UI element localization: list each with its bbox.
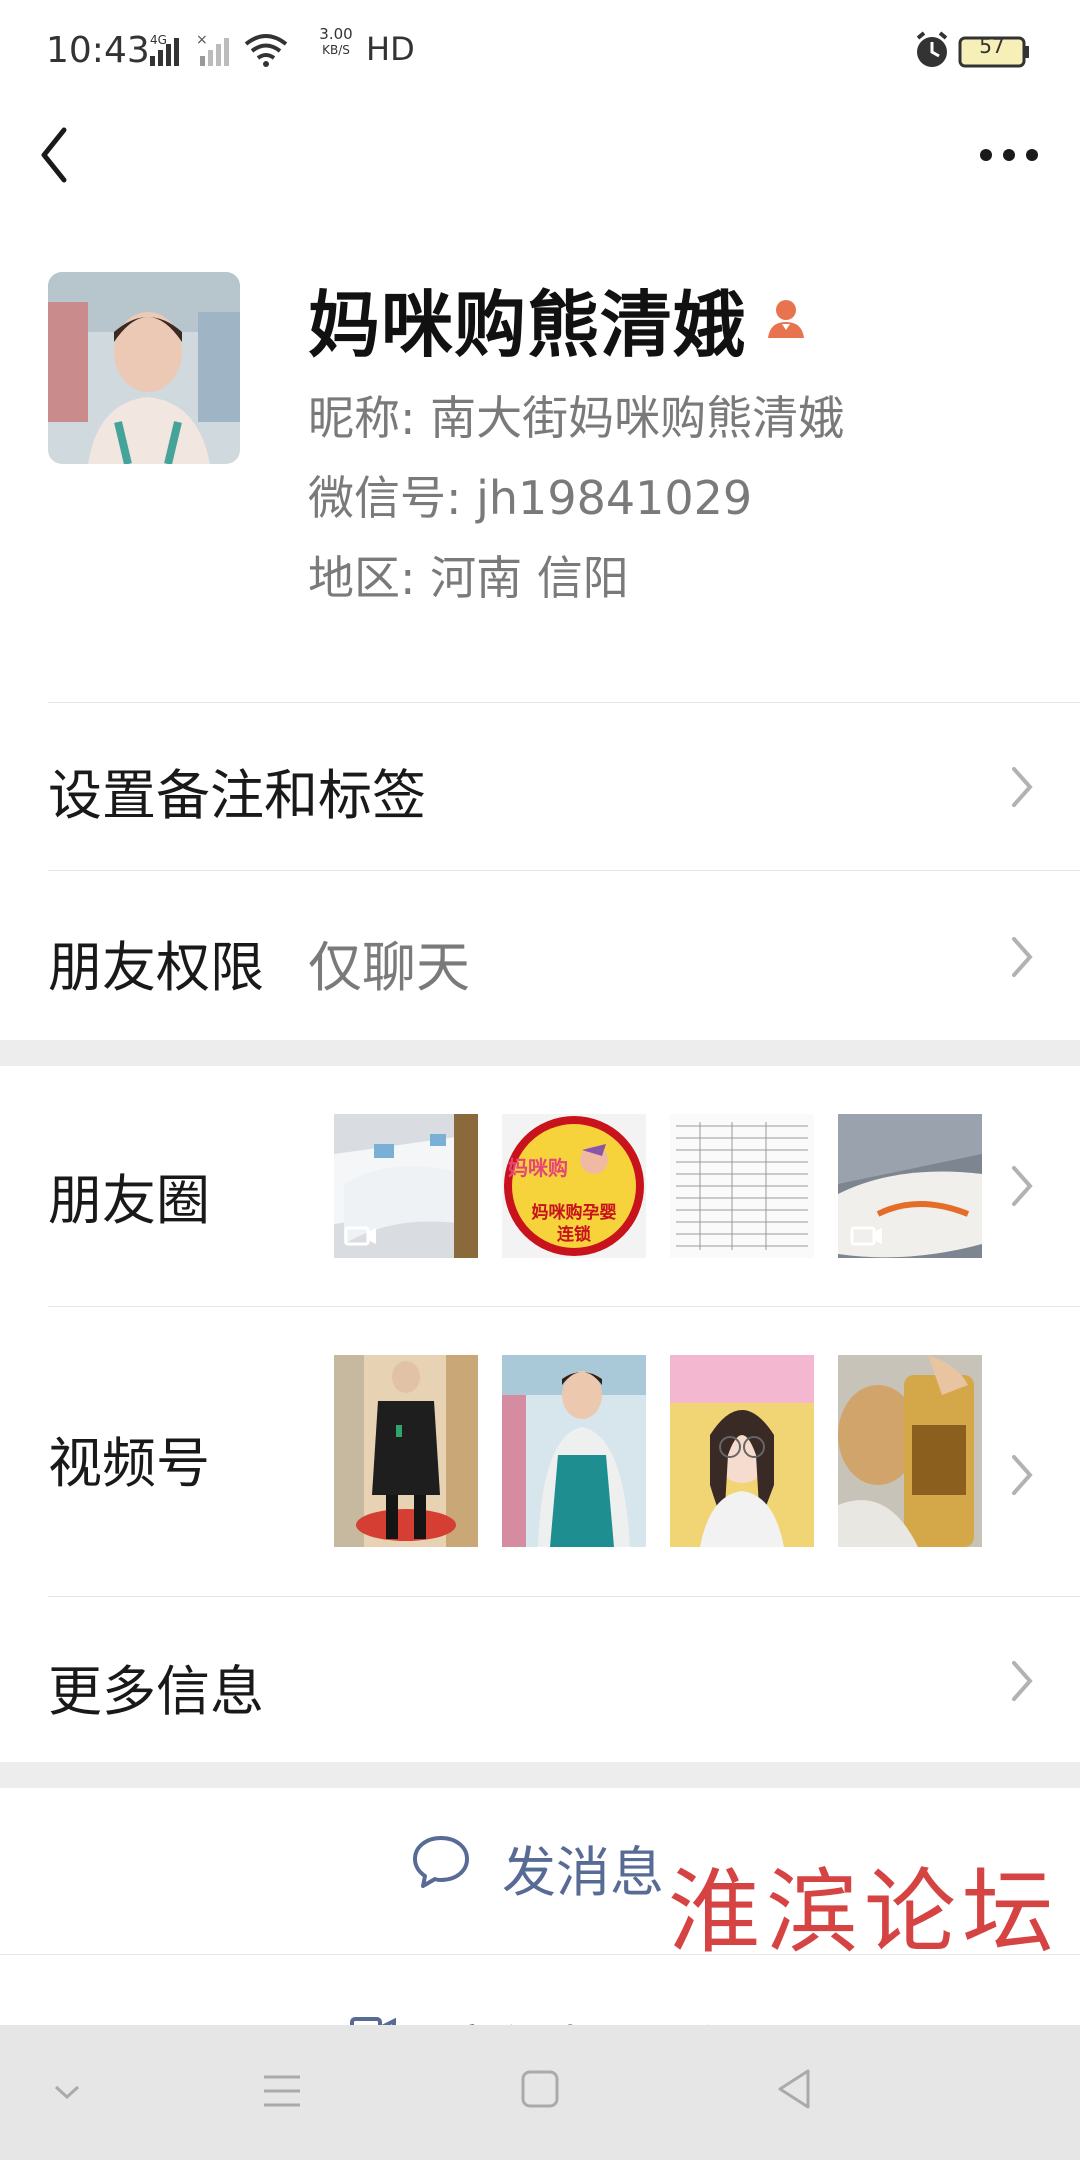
svg-text:×: × (196, 32, 208, 48)
region-line: 地区: 河南 信阳 (308, 542, 629, 608)
chevron-right-icon (1008, 1657, 1036, 1705)
region-label: 地区: (308, 551, 431, 605)
channels-thumb (334, 1355, 478, 1547)
video-call-icon (350, 2015, 396, 2025)
hd-indicator: HD (366, 30, 415, 68)
nickname-label: 昵称: (308, 391, 431, 445)
region-value: 河南 信阳 (430, 551, 629, 605)
menu-icon[interactable] (262, 2069, 302, 2113)
chevron-right-icon (1008, 1451, 1036, 1499)
nickname-value: 南大街妈咪购熊清娥 (430, 391, 845, 445)
name-row: 妈咪购熊清娥 (308, 278, 808, 367)
status-time: 10:43 (46, 30, 150, 71)
av-call-label: 音视频通话 (446, 2007, 716, 2025)
female-icon (764, 296, 808, 340)
system-nav-bar (0, 2025, 1080, 2160)
friend-permission-cell[interactable]: 朋友权限 仅聊天 (0, 871, 1080, 1040)
display-name: 妈咪购熊清娥 (308, 282, 747, 367)
network-speed: 3.00 KB/S (319, 25, 353, 57)
profile-header: 妈咪购熊清娥 昵称: 南大街妈咪购熊清娥 微信号: jh19841029 地区:… (0, 210, 1080, 700)
status-icons: 4G × 3.00 KB/S HD (150, 26, 450, 72)
remark-tags-cell[interactable]: 设置备注和标签 (0, 703, 1080, 869)
chevron-right-icon (1008, 933, 1036, 981)
svg-text:4G: 4G (150, 33, 167, 47)
home-icon[interactable] (520, 2067, 560, 2111)
friend-permission-label: 朋友权限 (48, 936, 264, 999)
wechat-id-line: 微信号: jh19841029 (308, 462, 752, 528)
channels-thumb (670, 1355, 814, 1547)
friend-permission-value: 仅聊天 (308, 936, 470, 999)
more-info-cell[interactable]: 更多信息 (0, 1597, 1080, 1762)
nickname-line: 昵称: 南大街妈咪购熊清娥 (308, 382, 844, 448)
avatar[interactable] (48, 272, 240, 464)
forum-watermark: 淮滨论坛 (668, 1859, 1061, 1966)
wechat-id-label: 微信号: (308, 471, 477, 525)
logo-text: 妈咪购 (508, 1156, 568, 1180)
battery-level: 57 (979, 34, 1005, 58)
channels-cell[interactable]: 视频号 (0, 1307, 1080, 1596)
wechat-id-value: jh19841029 (476, 471, 753, 525)
channels-thumb (838, 1355, 982, 1547)
wifi-icon (244, 34, 288, 67)
remark-tags-label: 设置备注和标签 (48, 764, 426, 827)
channels-thumb (502, 1355, 646, 1547)
more-info-label: 更多信息 (48, 1660, 264, 1723)
chat-bubble-icon (410, 1830, 472, 1892)
moments-label: 朋友圈 (48, 1169, 210, 1232)
back-nav-icon[interactable] (774, 2067, 814, 2111)
top-nav (0, 100, 1080, 210)
moments-cell[interactable]: 朋友圈 妈咪购 妈咪购孕婴 连锁 (0, 1066, 1080, 1306)
signal-4g-icon: 4G (150, 33, 179, 66)
chevron-down-icon[interactable] (50, 2075, 84, 2109)
logo-text: 连锁 (557, 1225, 591, 1245)
chevron-right-icon (1008, 763, 1036, 811)
back-icon[interactable] (34, 120, 84, 190)
moments-thumb (670, 1114, 814, 1258)
section-gap (0, 1762, 1080, 1788)
chevron-right-icon (1008, 1162, 1036, 1210)
channels-label: 视频号 (48, 1432, 210, 1495)
alarm-icon (916, 31, 948, 67)
send-message-label: 发消息 (502, 1841, 664, 1904)
section-gap (0, 1040, 1080, 1066)
signal-empty-icon: × (196, 32, 229, 66)
status-bar: 10:43 4G × 3.00 KB/S HD 57 (0, 0, 1080, 100)
more-options-icon[interactable] (974, 130, 1044, 180)
moments-thumb (838, 1114, 982, 1258)
moments-thumb (334, 1114, 478, 1258)
status-right: 57 (914, 30, 1034, 72)
moments-thumb: 妈咪购 妈咪购孕婴 连锁 (502, 1114, 646, 1258)
